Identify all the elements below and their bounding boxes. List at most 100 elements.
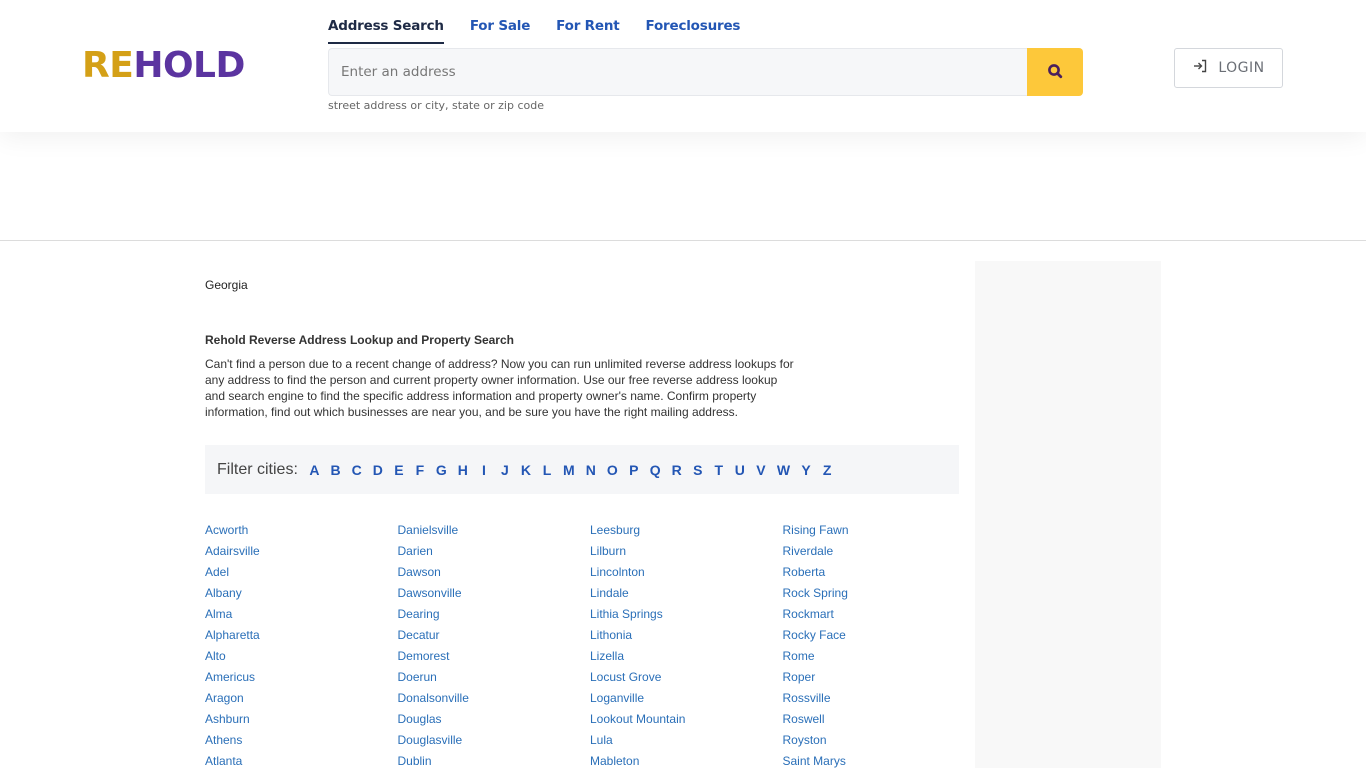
city-link[interactable]: Lithia Springs <box>590 604 783 625</box>
city-link[interactable]: Lula <box>590 730 783 751</box>
city-list: Acworth Adairsville Adel Albany Alma Alpharet… <box>205 520 975 768</box>
filter-letter-m[interactable]: M <box>563 462 575 478</box>
city-link[interactable]: Athens <box>205 730 398 751</box>
filter-letter-k[interactable]: K <box>521 462 531 478</box>
filter-letter-f[interactable]: F <box>415 462 425 478</box>
city-link[interactable]: Doerun <box>398 667 591 688</box>
login-button[interactable]: LOGIN <box>1174 48 1283 88</box>
logo-re: RE <box>82 45 134 86</box>
filter-letter-u[interactable]: U <box>735 462 745 478</box>
city-link[interactable]: Roberta <box>783 562 976 583</box>
filter-letter-b[interactable]: B <box>331 462 341 478</box>
city-link[interactable]: Locust Grove <box>590 667 783 688</box>
filter-letter-i[interactable]: I <box>479 462 489 478</box>
filter-letter-g[interactable]: G <box>436 462 447 478</box>
filter-letter-y[interactable]: Y <box>801 462 811 478</box>
city-link[interactable]: Dearing <box>398 604 591 625</box>
address-search-form <box>328 48 1083 96</box>
city-link[interactable]: Lilburn <box>590 541 783 562</box>
filter-letter-z[interactable]: Z <box>822 462 832 478</box>
city-link[interactable]: Douglas <box>398 709 591 730</box>
city-link[interactable]: Loganville <box>590 688 783 709</box>
city-link[interactable]: Dublin <box>398 751 591 768</box>
city-link[interactable]: Rossville <box>783 688 976 709</box>
filter-letter-p[interactable]: P <box>629 462 639 478</box>
search-tabs: Address Search For Sale For Rent Foreclo… <box>328 16 766 44</box>
city-filter-bar: Filter cities: ABCDEFGHIJKLMNOPQRSTUVWYZ <box>205 445 959 494</box>
city-link[interactable]: Lithonia <box>590 625 783 646</box>
filter-letter-t[interactable]: T <box>714 462 724 478</box>
section-title: Rehold Reverse Address Lookup and Proper… <box>205 333 514 347</box>
city-link[interactable]: Lindale <box>590 583 783 604</box>
city-link[interactable]: Danielsville <box>398 520 591 541</box>
filter-letter-n[interactable]: N <box>586 462 596 478</box>
tab-for-rent[interactable]: For Rent <box>556 16 620 44</box>
city-link[interactable]: Riverdale <box>783 541 976 562</box>
tab-address-search[interactable]: Address Search <box>328 16 444 44</box>
filter-letter-h[interactable]: H <box>458 462 468 478</box>
filter-letter-a[interactable]: A <box>309 462 319 478</box>
city-link[interactable]: Darien <box>398 541 591 562</box>
city-link[interactable]: Aragon <box>205 688 398 709</box>
city-link[interactable]: Lookout Mountain <box>590 709 783 730</box>
city-link[interactable]: Saint Marys <box>783 751 976 768</box>
login-icon <box>1192 58 1218 78</box>
city-link[interactable]: Royston <box>783 730 976 751</box>
section-description: Can't find a person due to a recent chan… <box>205 357 794 419</box>
city-link[interactable]: Atlanta <box>205 751 398 768</box>
filter-letter-l[interactable]: L <box>542 462 552 478</box>
city-link[interactable]: Alpharetta <box>205 625 398 646</box>
city-link[interactable]: Rocky Face <box>783 625 976 646</box>
filter-letter-r[interactable]: R <box>672 462 682 478</box>
search-hint: street address or city, state or zip cod… <box>328 99 544 112</box>
filter-letter-q[interactable]: Q <box>650 462 661 478</box>
rehold-logo[interactable]: REHOLD <box>82 46 245 86</box>
city-link[interactable]: Dawson <box>398 562 591 583</box>
filter-letters: ABCDEFGHIJKLMNOPQRSTUVWYZ <box>304 459 838 480</box>
city-link[interactable]: Douglasville <box>398 730 591 751</box>
city-column: Rising Fawn Riverdale Roberta Rock Spring Ro… <box>783 520 976 768</box>
city-link[interactable]: Rockmart <box>783 604 976 625</box>
header-divider <box>0 240 1366 241</box>
tab-for-sale[interactable]: For Sale <box>470 16 531 44</box>
city-link[interactable]: Alma <box>205 604 398 625</box>
filter-letter-v[interactable]: V <box>756 462 766 478</box>
filter-letter-s[interactable]: S <box>693 462 703 478</box>
address-search-input[interactable] <box>328 48 1027 96</box>
city-link[interactable]: Lizella <box>590 646 783 667</box>
search-icon <box>1047 63 1063 82</box>
city-link[interactable]: Mableton <box>590 751 783 768</box>
city-link[interactable]: Adairsville <box>205 541 398 562</box>
city-link[interactable]: Acworth <box>205 520 398 541</box>
filter-letter-e[interactable]: E <box>394 462 404 478</box>
search-button[interactable] <box>1027 48 1083 96</box>
city-link[interactable]: Alto <box>205 646 398 667</box>
city-link[interactable]: Roper <box>783 667 976 688</box>
city-column: Danielsville Darien Dawson Dawsonville Deari… <box>398 520 591 768</box>
city-link[interactable]: Rock Spring <box>783 583 976 604</box>
city-link[interactable]: Decatur <box>398 625 591 646</box>
city-link[interactable]: Americus <box>205 667 398 688</box>
city-link[interactable]: Adel <box>205 562 398 583</box>
login-label: LOGIN <box>1218 60 1265 76</box>
city-link[interactable]: Ashburn <box>205 709 398 730</box>
city-link[interactable]: Rome <box>783 646 976 667</box>
city-link[interactable]: Rising Fawn <box>783 520 976 541</box>
site-header: REHOLD Address Search For Sale For Rent … <box>0 0 1366 132</box>
filter-letter-d[interactable]: D <box>373 462 383 478</box>
city-link[interactable]: Leesburg <box>590 520 783 541</box>
filter-letter-j[interactable]: J <box>500 462 510 478</box>
filter-letter-o[interactable]: O <box>607 462 618 478</box>
city-link[interactable]: Albany <box>205 583 398 604</box>
filter-letter-c[interactable]: C <box>352 462 362 478</box>
city-link[interactable]: Lincolnton <box>590 562 783 583</box>
city-column: Leesburg Lilburn Lincolnton Lindale Lithia S… <box>590 520 783 768</box>
city-link[interactable]: Roswell <box>783 709 976 730</box>
tab-foreclosures[interactable]: Foreclosures <box>645 16 740 44</box>
city-link[interactable]: Dawsonville <box>398 583 591 604</box>
filter-letter-w[interactable]: W <box>777 462 790 478</box>
city-link[interactable]: Donalsonville <box>398 688 591 709</box>
filter-label: Filter cities: <box>217 460 298 478</box>
logo-hold: HOLD <box>133 45 245 86</box>
city-link[interactable]: Demorest <box>398 646 591 667</box>
